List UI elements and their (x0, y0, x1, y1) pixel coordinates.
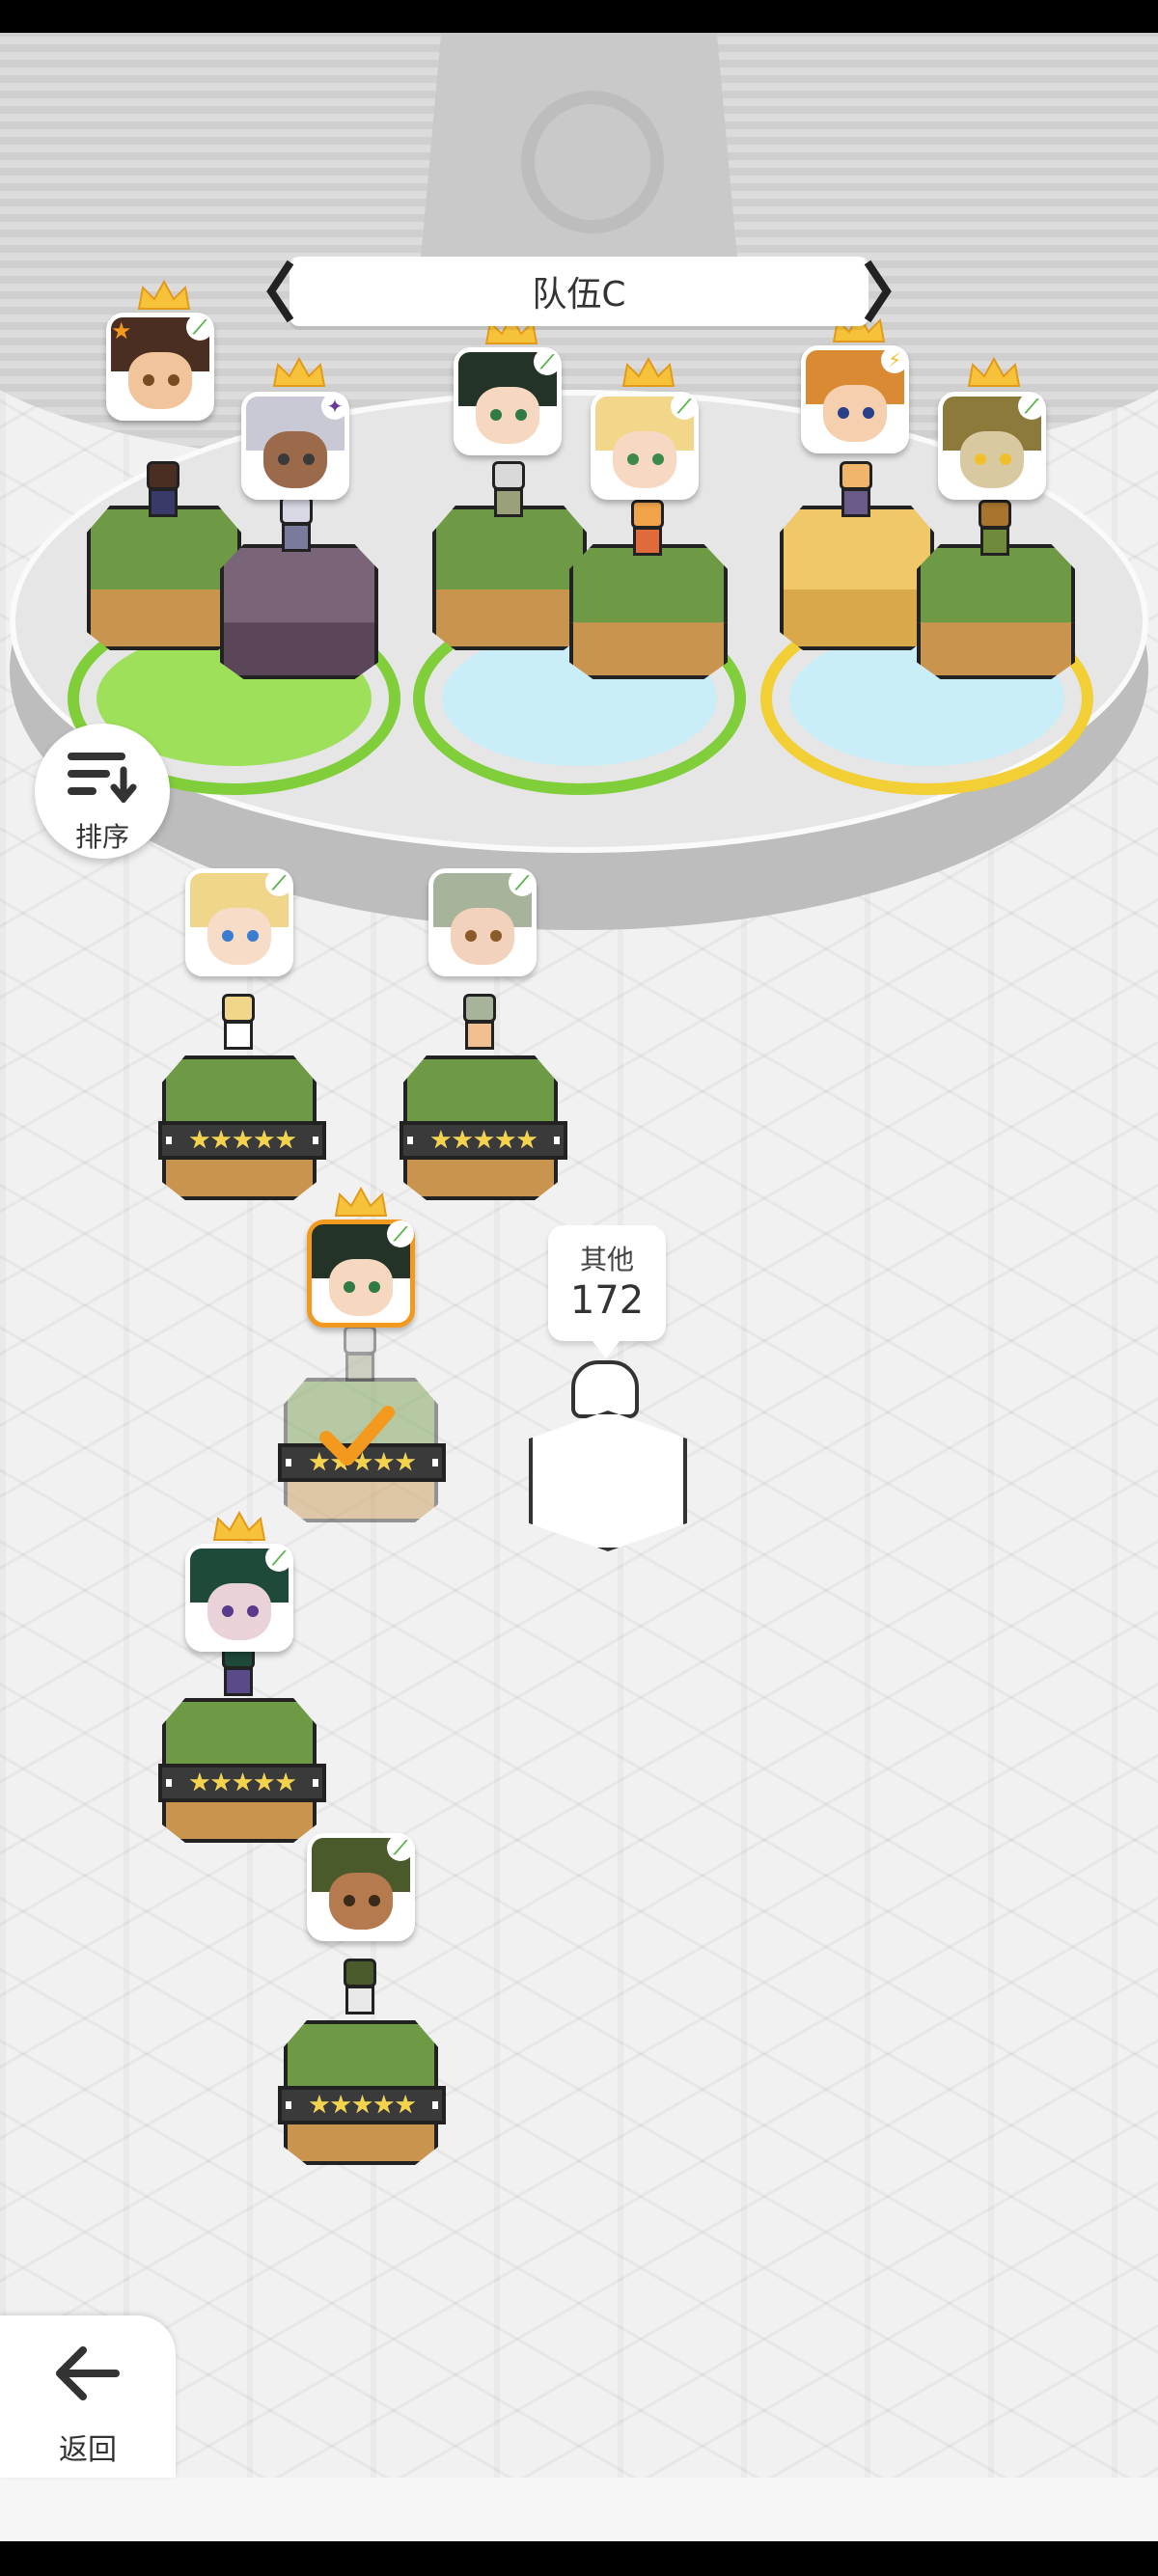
team-name: 队伍C (290, 257, 868, 326)
roster-portrait-5[interactable]: ⟋ (307, 1833, 415, 1941)
team-sprite-5 (830, 461, 882, 525)
sort-button[interactable]: 排序 (35, 724, 170, 859)
element-icon: ⟋ (1018, 393, 1045, 420)
roster-portrait-2[interactable]: ⟋ (428, 868, 537, 976)
team-portrait-5[interactable]: ⚡ (801, 345, 909, 453)
team-sprite-6 (969, 500, 1021, 563)
element-icon: ⟋ (509, 869, 536, 896)
roster-sprite-3 (334, 1326, 386, 1389)
element-icon: ⟋ (387, 1834, 414, 1861)
team-portrait-1[interactable]: ⟋ ★ (106, 313, 214, 421)
team-portrait-4[interactable]: ⟋ (591, 392, 699, 500)
star-badge-icon: ★ (111, 317, 132, 344)
star-rating: ★★★★★ (158, 1764, 326, 1802)
chevron-right-icon (864, 260, 892, 323)
others-count: 172 (569, 1278, 645, 1323)
team-sprite-3 (482, 461, 535, 525)
team-title-banner: 队伍C (261, 257, 897, 326)
star-rating: ★★★★★ (400, 1121, 567, 1160)
others-label: 其他 (579, 1244, 634, 1275)
roster-portrait-1[interactable]: ⟋ (185, 868, 293, 976)
back-label: 返回 (59, 2433, 117, 2467)
element-icon: ✦ (321, 393, 348, 420)
status-bar (0, 0, 1158, 33)
others-bubble[interactable]: 其他 172 (548, 1225, 666, 1358)
team-pedestal-4 (569, 544, 728, 679)
team-sprite-1 (137, 461, 189, 525)
roster-sprite-1 (212, 994, 264, 1057)
element-icon: ⟋ (265, 1545, 292, 1572)
navigation-bar (0, 2541, 1158, 2576)
element-icon: ⟋ (534, 348, 561, 375)
crown-icon (965, 356, 1023, 390)
roster-portrait-3[interactable]: ⟋ (307, 1219, 415, 1328)
next-team-button[interactable] (859, 259, 897, 324)
element-icon: ⟋ (387, 1220, 414, 1247)
crown-icon (210, 1510, 268, 1544)
crown-icon (620, 356, 677, 390)
game-stage: ⟋ ★ ✦ ⟋ ⟋ ⚡ ⟋ 队伍C 排序 ★★★★★ ⟋ ★★★★★ ⟋ ★★★… (0, 33, 1158, 2541)
star-rating: ★★★★★ (158, 1121, 326, 1160)
roster-sprite-5 (334, 1959, 386, 2022)
roster-portrait-4[interactable]: ⟋ (185, 1544, 293, 1652)
sort-icon (68, 753, 137, 803)
back-button[interactable]: 返回 (0, 2316, 176, 2478)
element-icon: ⟋ (671, 393, 698, 420)
team-pedestal-5 (780, 506, 934, 650)
roster-sprite-2 (454, 994, 506, 1057)
crown-icon (332, 1186, 390, 1219)
ghost-character-icon (571, 1360, 639, 1418)
team-portrait-6[interactable]: ⟋ (938, 392, 1046, 500)
team-pedestal-2 (220, 544, 378, 679)
team-portrait-2[interactable]: ✦ (241, 392, 349, 500)
crown-icon (135, 279, 193, 313)
selected-check-icon (319, 1406, 395, 1466)
sort-label: 排序 (74, 821, 129, 853)
star-rating: ★★★★★ (278, 2086, 446, 2124)
team-pedestal-1 (87, 506, 241, 650)
element-icon: ⚡ (881, 346, 908, 373)
chevron-left-icon (266, 260, 294, 323)
team-pedestal-3 (432, 506, 587, 650)
team-pedestal-6 (917, 544, 1075, 679)
others-placeholder-block[interactable] (529, 1360, 687, 1553)
element-icon: ⟋ (186, 314, 213, 341)
prev-team-button[interactable] (261, 259, 299, 324)
team-sprite-2 (270, 496, 322, 560)
crown-icon (270, 356, 328, 390)
footer-strip (0, 2478, 1158, 2541)
arrow-left-icon (56, 2346, 120, 2400)
element-icon: ⟋ (265, 869, 292, 896)
team-portrait-3[interactable]: ⟋ (454, 347, 562, 455)
team-sprite-4 (621, 500, 674, 563)
